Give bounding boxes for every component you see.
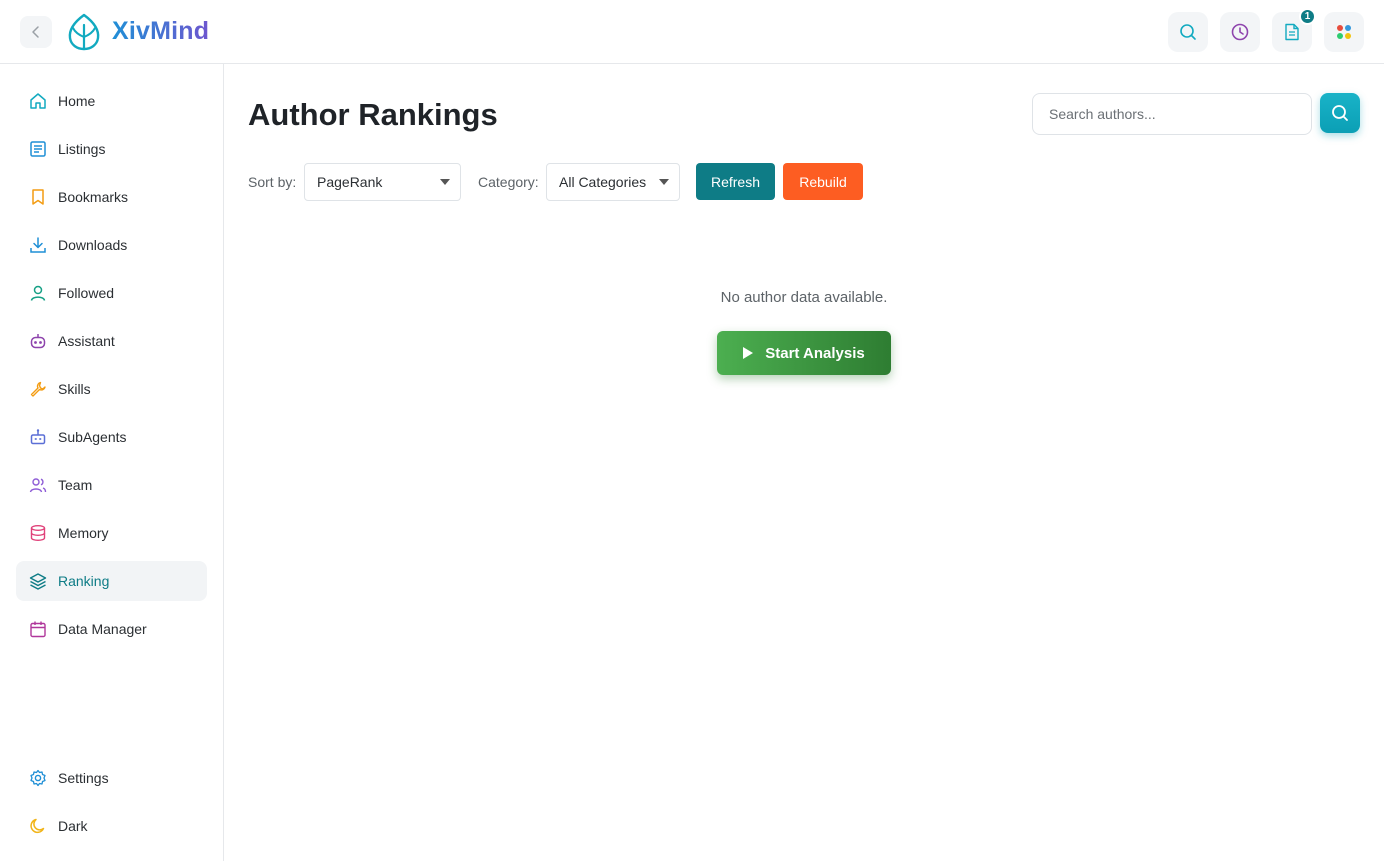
sidebar-item-label: Team [58, 477, 93, 493]
search-icon [1180, 24, 1196, 40]
sidebar-item-assistant[interactable]: Assistant [16, 321, 207, 361]
user-icon [28, 283, 48, 303]
sidebar-item-label: Followed [58, 285, 115, 301]
sidebar-item-label: Memory [58, 525, 109, 541]
sidebar-item-bookmarks[interactable]: Bookmarks [16, 177, 207, 217]
sort-by-label: Sort by: [248, 174, 297, 190]
play-icon [743, 347, 754, 359]
sidebar-item-dark-mode[interactable]: Dark [16, 806, 207, 846]
sidebar-item-settings[interactable]: Settings [16, 758, 207, 798]
back-button[interactable] [20, 16, 52, 48]
leaf-logo-icon [68, 13, 100, 51]
sort-by-select[interactable]: PageRank [304, 163, 461, 201]
page-title: Author Rankings [248, 97, 498, 132]
home-icon [28, 91, 48, 111]
search-toolbar-button[interactable] [1168, 12, 1208, 52]
sidebar-item-label: Home [58, 93, 96, 109]
bookmark-icon [28, 187, 48, 207]
sidebar-item-subagents[interactable]: SubAgents [16, 417, 207, 457]
sidebar-item-home[interactable]: Home [16, 81, 207, 121]
sidebar-item-data-manager[interactable]: Data Manager [16, 609, 207, 649]
calendar-icon [28, 619, 48, 639]
sidebar-item-label: Bookmarks [58, 189, 129, 205]
sidebar-item-label: Data Manager [58, 621, 147, 637]
notification-badge: 1 [1299, 8, 1316, 25]
start-analysis-button[interactable]: Start Analysis [717, 331, 891, 375]
category-value: All Categories [559, 174, 647, 190]
sidebar-item-memory[interactable]: Memory [16, 513, 207, 553]
history-button[interactable] [1220, 12, 1260, 52]
start-analysis-label: Start Analysis [765, 344, 865, 362]
sidebar-item-followed[interactable]: Followed [16, 273, 207, 313]
sidebar-item-label: Listings [58, 141, 106, 157]
sidebar-item-label: Downloads [58, 237, 128, 253]
main-content: Author Rankings Sort by: PageRank Catego… [224, 64, 1384, 861]
sidebar-item-label: Ranking [58, 573, 110, 589]
sidebar: Home Listings Bookmarks Downloads Follow… [0, 64, 224, 861]
history-icon [1231, 23, 1249, 41]
sidebar-item-label: Dark [58, 818, 88, 834]
brand-name: XivMind [112, 17, 210, 45]
sidebar-item-ranking[interactable]: Ranking [16, 561, 207, 601]
search-authors-button[interactable] [1320, 93, 1360, 133]
gear-icon [28, 768, 48, 788]
download-icon [28, 235, 48, 255]
top-bar: XivMind 1 [0, 0, 1384, 64]
empty-state-message: No author data available. [720, 289, 888, 306]
chevron-left-icon [32, 26, 39, 38]
category-select[interactable]: All Categories [546, 163, 680, 201]
moon-icon [28, 816, 48, 836]
document-icon [1285, 23, 1299, 41]
refresh-button[interactable]: Refresh [696, 163, 775, 200]
robot-icon [28, 331, 48, 351]
bot-icon [28, 427, 48, 447]
rebuild-button[interactable]: Rebuild [783, 163, 863, 200]
sidebar-item-downloads[interactable]: Downloads [16, 225, 207, 265]
sidebar-item-label: Skills [58, 381, 91, 397]
sidebar-item-team[interactable]: Team [16, 465, 207, 505]
apps-icon [1337, 25, 1351, 39]
sidebar-item-label: SubAgents [58, 429, 127, 445]
database-icon [28, 523, 48, 543]
sort-by-value: PageRank [317, 174, 383, 190]
list-icon [28, 139, 48, 159]
chevron-down-icon [659, 179, 669, 185]
sidebar-item-label: Assistant [58, 333, 115, 349]
apps-button[interactable] [1324, 12, 1364, 52]
wrench-icon [28, 379, 48, 399]
search-icon [1332, 105, 1348, 121]
team-icon [28, 475, 48, 495]
category-label: Category: [478, 174, 539, 190]
layers-icon [28, 571, 48, 591]
sidebar-item-listings[interactable]: Listings [16, 129, 207, 169]
chevron-down-icon [440, 179, 450, 185]
sidebar-item-skills[interactable]: Skills [16, 369, 207, 409]
search-authors-input[interactable] [1032, 93, 1312, 135]
sidebar-item-label: Settings [58, 770, 109, 786]
documents-button[interactable]: 1 [1272, 8, 1316, 52]
